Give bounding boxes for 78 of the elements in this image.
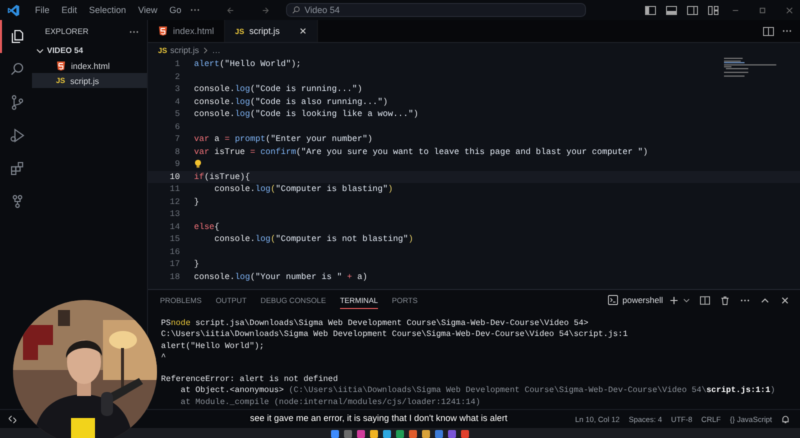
menu-item[interactable]: File [32, 5, 53, 15]
line-number: 17 [168, 259, 181, 270]
vscode-logo-icon[interactable] [7, 4, 20, 16]
caret-icon[interactable] [683, 296, 690, 304]
line-number: 4 [174, 96, 181, 107]
code-line: alert("Hello World"); [194, 59, 302, 70]
maximize-icon[interactable] [758, 6, 767, 14]
terminal-line: at Object.<anonymous> (C:\Users\iitia\Downloads\Sigma Web Development Course\Sigma-Web-Dev-Course\Video 54\script.js:1:1) [180, 385, 776, 397]
terminal-line: ReferenceError: alert is not defined [161, 374, 338, 386]
html-file-icon [158, 26, 168, 36]
menu-item[interactable]: Selection [86, 5, 130, 15]
menu-item[interactable]: Go [166, 5, 184, 15]
line-number: 10 [168, 172, 181, 182]
line-number: 12 [168, 196, 181, 207]
chevron-down-icon[interactable] [36, 46, 44, 54]
html-file-icon [56, 60, 66, 70]
code-line: var a = prompt("Enter your number") [194, 134, 373, 144]
line-number: 8 [174, 146, 181, 157]
menu-item[interactable]: View [135, 5, 160, 15]
terminal-line: alert("Hello World"); [161, 340, 264, 352]
more-icon[interactable] [782, 29, 792, 33]
code-line: if(isTrue){ [194, 172, 250, 182]
line-number: 7 [174, 134, 181, 144]
code-line: console.log("Code is also running...") [194, 96, 388, 107]
terminal-icon [608, 295, 618, 305]
plus-icon[interactable] [669, 296, 679, 304]
close-icon[interactable] [780, 296, 790, 304]
code-line: else{ [194, 222, 220, 232]
line-number: 2 [174, 72, 181, 82]
line-number: 14 [168, 222, 181, 232]
search-icon [292, 6, 300, 14]
more-icon[interactable] [190, 8, 200, 12]
line-number: 11 [168, 184, 181, 194]
code-line: console.log("Computer is not blasting") [213, 234, 414, 244]
terminal-line: C:\Users\iitia\Downloads\Sigma Web Development Course\Sigma-Web-Dev-Course\Video 54\script.js:1 [161, 329, 628, 341]
line-number: 1 [174, 59, 181, 70]
breadcrumb-item[interactable]: script.js [170, 45, 199, 55]
code-line: } [194, 196, 200, 207]
back-arrow-icon[interactable] [226, 6, 236, 14]
remote-icon[interactable] [8, 414, 17, 424]
breadcrumb-item[interactable]: … [212, 45, 220, 55]
explorer-title: EXPLORER [45, 27, 89, 36]
forward-arrow-icon[interactable] [261, 6, 270, 14]
panel-layout-icon[interactable] [666, 6, 677, 14]
more-icon[interactable] [129, 30, 139, 34]
line-number: 3 [174, 84, 181, 94]
search-field[interactable]: Video 54 [286, 3, 586, 17]
code-line: console.log("Your number is " + a) [194, 272, 368, 282]
video-caption: see it gave me an error, it is saying that I don't know what is alert [250, 413, 508, 423]
code-line: console.log("Code is running...") [194, 84, 362, 94]
trash-icon[interactable] [720, 296, 730, 304]
code-line: console.log("Code is looking like a wow...") [194, 109, 418, 120]
line-number: 13 [168, 209, 181, 220]
terminal-line: PSnode script.jsa\Downloads\Sigma Web Development Course\Sigma-Web-Dev-Course\Video 54> [161, 318, 588, 330]
split-terminal-icon[interactable] [700, 296, 710, 304]
terminal-line: ^ [161, 352, 166, 364]
bell-icon[interactable] [781, 414, 790, 424]
line-number: 5 [174, 109, 181, 120]
chevron-icon [202, 46, 209, 54]
terminal-line: at Module._compile (node:internal/modules/cjs/loader:1241:14) [180, 396, 480, 408]
secondary-sidebar-icon[interactable] [687, 6, 698, 14]
code-line: console.log("Computer is blasting") [213, 184, 393, 194]
terminal-selector[interactable]: powershell [608, 295, 663, 305]
folder-item[interactable]: VIDEO 54 [32, 43, 147, 58]
sidebar-layout-icon[interactable] [645, 6, 656, 14]
code-line: } [194, 259, 200, 270]
code-line: var isTrue = confirm("Are you sure you want to leave this page and blast your computer ") [194, 146, 648, 157]
explorer-entry[interactable]: index.html [32, 58, 147, 73]
line-number: 15 [168, 234, 181, 244]
line-number: 16 [168, 246, 181, 257]
customize-layout-icon[interactable] [708, 6, 719, 14]
split-editor-icon[interactable] [763, 26, 774, 36]
line-number: 6 [174, 122, 181, 132]
line-number: 9 [174, 159, 181, 170]
chevron-up-icon[interactable] [760, 296, 770, 304]
menu-item[interactable]: Edit [58, 5, 80, 15]
lightbulb-icon[interactable] [194, 159, 202, 170]
line-number: 18 [168, 272, 181, 282]
